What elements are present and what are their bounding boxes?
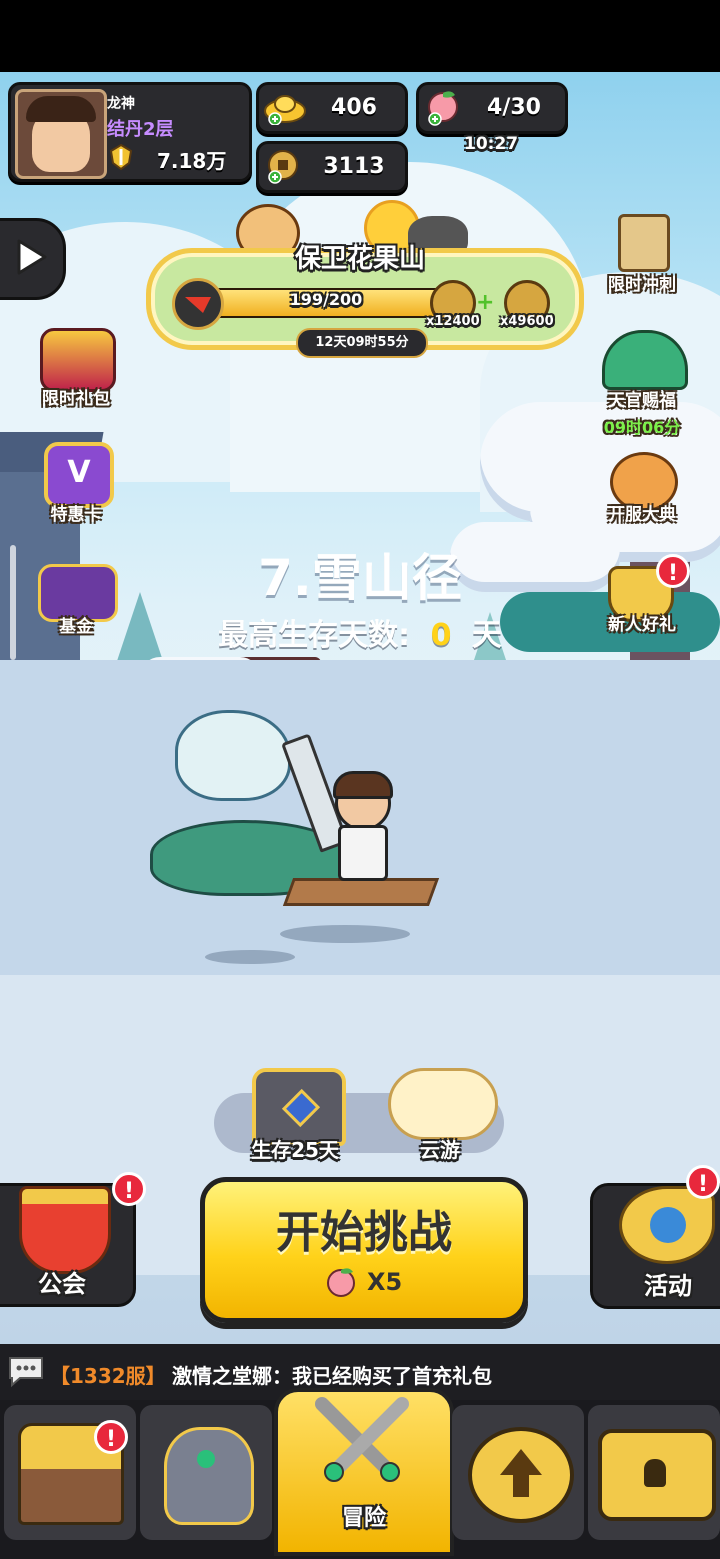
crossed-swords-icon bbox=[315, 1397, 409, 1482]
limited-sprint-button[interactable]: 限时冲刺 bbox=[592, 214, 692, 295]
player-info-panel[interactable]: 龙神 结丹2层 7.18万 bbox=[8, 82, 252, 182]
server-opening-label: 开服大典 bbox=[608, 505, 676, 525]
chat-server: 【1332服】 bbox=[50, 1364, 166, 1388]
limited-gift-button[interactable]: 限时礼包 bbox=[26, 326, 126, 414]
start-cost: X5 bbox=[367, 1268, 403, 1296]
survival-chest-label: 生存25天 bbox=[251, 1138, 339, 1162]
nav-adventure-label: 冒险 bbox=[341, 1506, 386, 1531]
reward2-amount: x49600 bbox=[500, 314, 554, 329]
reward1-amount: x12400 bbox=[426, 314, 480, 329]
event-title: 保卫花果山 bbox=[294, 244, 425, 274]
cloud-icon bbox=[388, 1068, 498, 1140]
avatar[interactable] bbox=[15, 89, 107, 179]
server-opening-button[interactable]: 开服大典 bbox=[592, 452, 692, 528]
player-realm: 结丹2层 bbox=[107, 119, 174, 140]
start-challenge-label: 开始挑战 bbox=[276, 1207, 452, 1258]
nav-upgrade-button[interactable] bbox=[452, 1405, 584, 1540]
alert-badge: ! bbox=[112, 1172, 146, 1206]
fan-icon bbox=[602, 330, 688, 390]
limited-sprint-label: 限时冲刺 bbox=[608, 275, 676, 295]
plus-icon: + bbox=[476, 290, 495, 315]
stamina-resource[interactable]: 4/30 bbox=[416, 82, 568, 134]
player-name: 龙神 bbox=[107, 96, 135, 112]
event-progress-text: 199/200 bbox=[289, 290, 363, 309]
event-countdown-text: 12天09时55分 bbox=[315, 335, 409, 350]
stamina-timer: 10:27 bbox=[464, 134, 519, 154]
peach-icon bbox=[323, 1264, 359, 1298]
upgrade-arrow-icon bbox=[468, 1427, 574, 1523]
activity-label: 活动 bbox=[644, 1272, 692, 1300]
stamina-amount: 4/30 bbox=[487, 95, 541, 120]
event-countdown: 12天09时55分 bbox=[296, 328, 428, 358]
blessing-button[interactable]: 天官赐福 09时06分 bbox=[592, 330, 692, 437]
pet-fox bbox=[175, 710, 291, 801]
limited-gift-label: 限时礼包 bbox=[42, 389, 110, 409]
best-survival: 最高生存天数: 0 天 bbox=[0, 610, 720, 654]
special-card-button[interactable]: V 特惠卡 bbox=[26, 440, 126, 528]
event-banner[interactable]: 保卫花果山 199/200 + x12400 x49600 12天09时55分 bbox=[146, 196, 584, 358]
survival-chest-button[interactable]: 生存25天 bbox=[240, 1062, 350, 1162]
vip-card-icon: V bbox=[44, 442, 114, 508]
nav-adventure-button[interactable]: 冒险 bbox=[274, 1388, 454, 1556]
cloud-travel-label: 云游 bbox=[420, 1138, 460, 1162]
power-icon bbox=[107, 143, 135, 171]
start-challenge-button[interactable]: 开始挑战 X5 bbox=[200, 1177, 528, 1323]
gold-ingot-icon bbox=[263, 91, 307, 126]
nav-treasure-button[interactable] bbox=[588, 1405, 720, 1540]
hourglass-icon bbox=[618, 214, 670, 272]
gold-resource[interactable]: 406 bbox=[256, 82, 408, 134]
coin-amount: 3113 bbox=[323, 154, 385, 179]
blessing-label: 天官赐福 bbox=[608, 391, 676, 411]
nav-hero-button[interactable] bbox=[140, 1405, 272, 1540]
play-icon bbox=[17, 239, 47, 275]
hero-character bbox=[330, 771, 393, 885]
locked-chest-icon bbox=[598, 1429, 716, 1521]
event-badge-icon bbox=[172, 278, 224, 330]
best-survival-unit: 天 bbox=[471, 618, 502, 653]
peach-icon bbox=[423, 89, 465, 127]
chat-message: 激情之堂娜：我已经购买了首充礼包 bbox=[172, 1364, 492, 1388]
helmet-icon bbox=[164, 1427, 254, 1525]
cloud-travel-button[interactable]: 云游 bbox=[382, 1062, 498, 1162]
best-survival-label: 最高生存天数: bbox=[218, 618, 411, 653]
gift-bag-icon bbox=[40, 328, 116, 392]
shadow bbox=[280, 925, 410, 943]
alert-badge: ! bbox=[94, 1420, 128, 1454]
gold-amount: 406 bbox=[331, 95, 377, 120]
stage-name: 7.雪山径 bbox=[258, 549, 462, 607]
blessing-timer: 09时06分 bbox=[603, 418, 681, 437]
guild-button[interactable]: 公会 bbox=[0, 1183, 136, 1307]
alert-badge: ! bbox=[686, 1165, 720, 1199]
coin-icon bbox=[263, 149, 305, 185]
coin-resource[interactable]: 3113 bbox=[256, 141, 408, 193]
guild-banner-icon bbox=[19, 1186, 111, 1274]
best-survival-value: 0 bbox=[430, 618, 452, 653]
chat-bubble-icon bbox=[9, 1357, 43, 1388]
guild-label: 公会 bbox=[38, 1270, 86, 1298]
expand-arrow-button[interactable] bbox=[0, 218, 66, 300]
activity-button[interactable]: 活动 bbox=[590, 1183, 720, 1309]
player-power: 7.18万 bbox=[157, 149, 227, 173]
shadow bbox=[205, 950, 295, 964]
special-card-label: 特惠卡 bbox=[50, 505, 102, 525]
